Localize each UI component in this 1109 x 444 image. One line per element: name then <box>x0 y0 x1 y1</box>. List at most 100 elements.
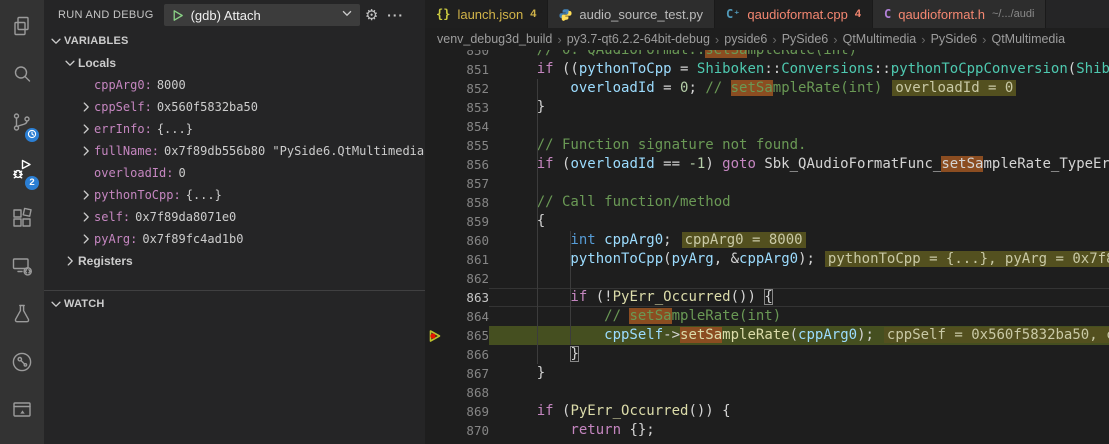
code-line-858[interactable]: 858 // Call function/method <box>425 193 1109 212</box>
code-line-864[interactable]: 864 // setSampleRate(int) <box>425 307 1109 326</box>
line-number[interactable]: 851 <box>445 60 489 79</box>
code-line-862[interactable]: 862 <box>425 269 1109 288</box>
code-editor[interactable]: 850 // 0: QAudioFormat::setSampleRate(in… <box>425 41 1109 444</box>
chevron-right-icon[interactable] <box>78 121 94 137</box>
code-line-869[interactable]: 869 if (PyErr_Occurred()) { <box>425 402 1109 421</box>
variable-row-self[interactable]: self:0x7f89da8071e0 <box>44 206 425 228</box>
activity-explorer[interactable] <box>0 4 44 52</box>
line-number[interactable]: 864 <box>445 307 489 326</box>
code-line-854[interactable]: 854 <box>425 117 1109 136</box>
line-number[interactable]: 856 <box>445 155 489 174</box>
gutter: 864 <box>425 307 489 326</box>
line-number[interactable]: 857 <box>445 174 489 193</box>
variable-row-overloadId[interactable]: overloadId:0 <box>44 162 425 184</box>
chevron-down-icon[interactable] <box>62 55 78 71</box>
chevron-right-icon[interactable] <box>78 143 94 159</box>
tab-audio-source-test-py[interactable]: audio_source_test.py <box>548 0 715 28</box>
variable-row-errInfo[interactable]: errInfo:{...} <box>44 118 425 140</box>
line-number[interactable]: 854 <box>445 117 489 136</box>
code-line-867[interactable]: 867 } <box>425 364 1109 383</box>
variable-row-cppArg0[interactable]: cppArg0:8000 <box>44 74 425 96</box>
glyph-margin <box>425 402 445 421</box>
line-number[interactable]: 855 <box>445 136 489 155</box>
variable-colon: : <box>173 188 180 202</box>
tab-launch-json[interactable]: {}launch.json4 <box>425 0 548 28</box>
line-number[interactable]: 869 <box>445 402 489 421</box>
line-number[interactable]: 859 <box>445 212 489 231</box>
activity-search[interactable] <box>0 52 44 100</box>
code-line-content: if (!PyErr_Occurred()) { <box>489 288 1109 307</box>
code-line-860[interactable]: 860 int cppArg0;cppArg0 = 8000 <box>425 231 1109 250</box>
variable-row-cppSelf[interactable]: cppSelf:0x560f5832ba50 <box>44 96 425 118</box>
tab-qaudioformat-h[interactable]: Cqaudioformat.h~/.../audi <box>873 0 1046 28</box>
code-line-863[interactable]: 863 if (!PyErr_Occurred()) { <box>425 288 1109 307</box>
glyph-margin <box>425 117 445 136</box>
activity-remote-explorer[interactable] <box>0 244 44 292</box>
activity-testing[interactable] <box>0 292 44 340</box>
line-number[interactable]: 862 <box>445 269 489 288</box>
breadcrumb-item[interactable]: venv_debug3d_build <box>437 32 552 46</box>
breadcrumb-item[interactable]: PySide6 <box>931 32 978 46</box>
code-line-870[interactable]: 870 return {}; <box>425 421 1109 440</box>
line-number[interactable]: 870 <box>445 421 489 440</box>
start-debug-icon[interactable] <box>170 8 185 23</box>
code-line-content: if (PyErr_Occurred()) { <box>489 402 1109 421</box>
activity-panel[interactable] <box>0 388 44 436</box>
code-line-852[interactable]: 852 overloadId = 0; // setSampleRate(int… <box>425 79 1109 98</box>
line-number[interactable]: 861 <box>445 250 489 269</box>
chevron-right-icon[interactable] <box>78 231 94 247</box>
chevron-right-icon[interactable] <box>78 187 94 203</box>
line-number[interactable]: 863 <box>445 288 489 307</box>
code-line-866[interactable]: 866 } <box>425 345 1109 364</box>
code-line-865[interactable]: 865 cppSelf->setSampleRate(cppArg0);cppS… <box>425 326 1109 345</box>
line-number[interactable]: 853 <box>445 98 489 117</box>
chevron-right-icon[interactable] <box>78 99 94 115</box>
variable-name: pythonToCpp <box>94 188 173 202</box>
variable-row-pyArg[interactable]: pyArg:0x7f89fc4ad1b0 <box>44 228 425 250</box>
line-number[interactable]: 865 <box>445 326 489 345</box>
code-line-868[interactable]: 868 <box>425 383 1109 402</box>
breadcrumb-item[interactable]: PySide6 <box>782 32 829 46</box>
line-number[interactable]: 868 <box>445 383 489 402</box>
code-line-856[interactable]: 856 if (overloadId == -1) goto Sbk_QAudi… <box>425 155 1109 174</box>
activity-extensions[interactable] <box>0 196 44 244</box>
locals-scope-row[interactable]: Locals <box>44 52 425 74</box>
code-line-857[interactable]: 857 <box>425 174 1109 193</box>
line-number[interactable]: 860 <box>445 231 489 250</box>
glyph-margin <box>425 60 445 79</box>
watch-section-header[interactable]: WATCH <box>44 293 425 315</box>
gear-icon[interactable]: ⚙ <box>360 6 384 24</box>
code-line-861[interactable]: 861 pythonToCpp(pyArg, &cppArg0);pythonT… <box>425 250 1109 269</box>
watch-section: WATCH <box>44 290 425 315</box>
more-actions-icon[interactable]: ··· <box>384 7 408 23</box>
chevron-right-icon[interactable] <box>62 253 78 269</box>
variable-colon: : <box>166 166 173 180</box>
variable-row-pythonToCpp[interactable]: pythonToCpp:{...} <box>44 184 425 206</box>
line-number[interactable]: 866 <box>445 345 489 364</box>
line-number[interactable]: 858 <box>445 193 489 212</box>
activity-source-control[interactable] <box>0 100 44 148</box>
chevron-down-icon <box>48 296 64 312</box>
breadcrumb-item[interactable]: pyside6 <box>724 32 767 46</box>
registers-scope-row[interactable]: Registers <box>44 250 425 272</box>
activity-run-and-debug[interactable]: 2 <box>0 148 44 196</box>
breadcrumb-item[interactable]: py3.7-qt6.2.2-64bit-debug <box>567 32 710 46</box>
line-number[interactable]: 852 <box>445 79 489 98</box>
explorer-icon <box>10 14 34 43</box>
breadcrumb-item[interactable]: QtMultimedia <box>843 32 917 46</box>
code-line-851[interactable]: 851 if ((pythonToCpp = Shiboken::Convers… <box>425 60 1109 79</box>
code-line-853[interactable]: 853 } <box>425 98 1109 117</box>
activity-gitlens[interactable] <box>0 340 44 388</box>
code-line-content: overloadId = 0; // setSampleRate(int)ove… <box>489 79 1109 98</box>
launch-config-dropdown[interactable]: (gdb) Attach <box>164 4 360 26</box>
variables-section-header[interactable]: VARIABLES <box>44 30 425 52</box>
code-line-859[interactable]: 859 { <box>425 212 1109 231</box>
code-line-855[interactable]: 855 // Function signature not found. <box>425 136 1109 155</box>
tab-qaudioformat-cpp[interactable]: C⁺qaudioformat.cpp4 <box>715 0 873 28</box>
locals-label: Locals <box>78 56 116 70</box>
variable-name: overloadId <box>94 166 166 180</box>
breadcrumb-item[interactable]: QtMultimedia <box>991 32 1065 46</box>
variable-row-fullName[interactable]: fullName:0x7f89db556b80 "PySide6.QtMulti… <box>44 140 425 162</box>
line-number[interactable]: 867 <box>445 364 489 383</box>
chevron-right-icon[interactable] <box>78 209 94 225</box>
